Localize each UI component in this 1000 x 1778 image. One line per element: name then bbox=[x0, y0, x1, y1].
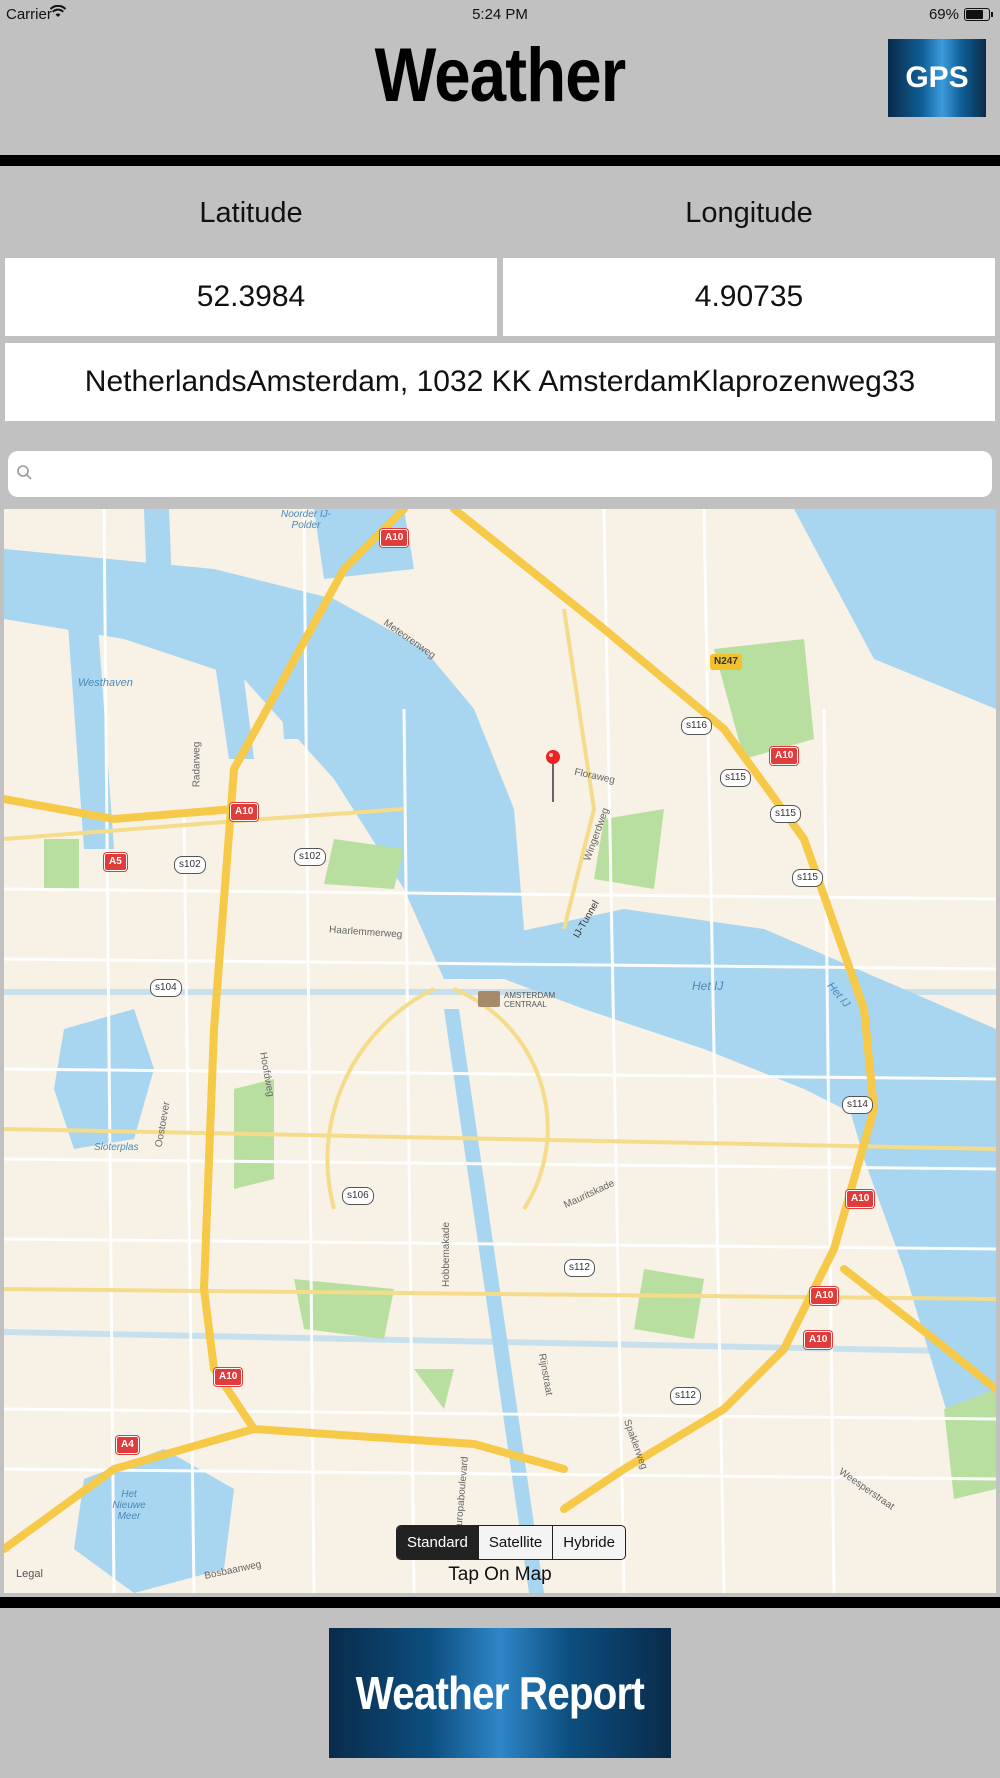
map-pin-icon[interactable] bbox=[543, 746, 571, 804]
shield-a10: A10 bbox=[214, 1368, 243, 1386]
map-label-noorder: Noorder IJ- Polder bbox=[280, 509, 331, 531]
shield-a10: A10 bbox=[810, 1287, 839, 1305]
shield-a5: A5 bbox=[104, 853, 127, 871]
latitude-label: Latitude bbox=[199, 197, 303, 229]
shield-a10: A10 bbox=[230, 803, 259, 821]
map-type-standard[interactable]: Standard bbox=[397, 1526, 478, 1559]
bottom-divider bbox=[0, 1597, 1000, 1608]
shield-s104: s104 bbox=[150, 979, 182, 997]
longitude-label: Longitude bbox=[685, 197, 813, 229]
clock: 5:24 PM bbox=[472, 6, 528, 23]
map-label-centraal: AMSTERDAM CENTRAAL bbox=[504, 991, 556, 1009]
shield-a4: A4 bbox=[116, 1436, 139, 1454]
map-label-sloterplas: Sloterplas bbox=[94, 1142, 139, 1153]
shield-s102: s102 bbox=[294, 848, 326, 866]
map-type-hybride[interactable]: Hybride bbox=[552, 1526, 625, 1559]
battery-status: 69% bbox=[928, 6, 993, 23]
map-label-het-ij: Het IJ bbox=[692, 979, 724, 993]
battery-percent: 69% bbox=[928, 6, 959, 23]
shield-s102: s102 bbox=[174, 856, 206, 874]
longitude-value: 4.90735 bbox=[503, 258, 995, 336]
map-label-radarweg: Radarweg bbox=[191, 741, 203, 788]
shield-s112: s112 bbox=[564, 1259, 595, 1277]
shield-a10: A10 bbox=[770, 747, 799, 765]
shield-a10: A10 bbox=[846, 1190, 875, 1208]
shield-a10: A10 bbox=[804, 1331, 833, 1349]
map-canvas[interactable] bbox=[4, 509, 996, 1593]
search-bar[interactable] bbox=[8, 451, 992, 497]
weather-report-label: Weather Report bbox=[355, 1667, 645, 1719]
search-icon bbox=[17, 465, 32, 480]
address-field: NetherlandsAmsterdam, 1032 KK AmsterdamK… bbox=[5, 343, 995, 421]
battery-fill bbox=[966, 10, 983, 19]
map-label-hobbemakade: Hobbemakade bbox=[441, 1221, 453, 1288]
shield-s115: s115 bbox=[770, 805, 801, 823]
shield-s116: s116 bbox=[681, 717, 712, 735]
shield-s114: s114 bbox=[842, 1096, 873, 1114]
latitude-value: 52.3984 bbox=[5, 258, 497, 336]
top-divider bbox=[0, 155, 1000, 166]
shield-s115: s115 bbox=[720, 769, 751, 787]
weather-report-button[interactable]: Weather Report bbox=[329, 1628, 671, 1758]
shield-s115: s115 bbox=[792, 869, 823, 887]
page-title: Weather bbox=[374, 33, 627, 118]
map-label-westhaven: Westhaven bbox=[78, 677, 133, 689]
water-areas bbox=[4, 509, 996, 1593]
shield-n247: N247 bbox=[710, 654, 742, 670]
status-bar: Carrier 5:24 PM 69% bbox=[0, 0, 1000, 28]
map-view[interactable]: Westhaven Noorder IJ- Polder Meteorenweg… bbox=[4, 509, 996, 1593]
map-type-segmented-control[interactable]: Standard Satellite Hybride bbox=[396, 1525, 626, 1560]
battery-icon bbox=[964, 8, 993, 21]
gps-button[interactable]: GPS bbox=[888, 39, 986, 117]
shield-s106: s106 bbox=[342, 1187, 374, 1205]
tap-hint: Tap On Map bbox=[448, 1564, 552, 1585]
map-type-satellite[interactable]: Satellite bbox=[477, 1526, 552, 1559]
map-label-nieuwe-meer: Het Nieuwe Meer bbox=[112, 1489, 146, 1522]
shield-s112: s112 bbox=[670, 1387, 701, 1405]
shield-a10: A10 bbox=[380, 529, 409, 547]
search-input[interactable] bbox=[42, 457, 976, 493]
station-icon bbox=[478, 991, 500, 1007]
